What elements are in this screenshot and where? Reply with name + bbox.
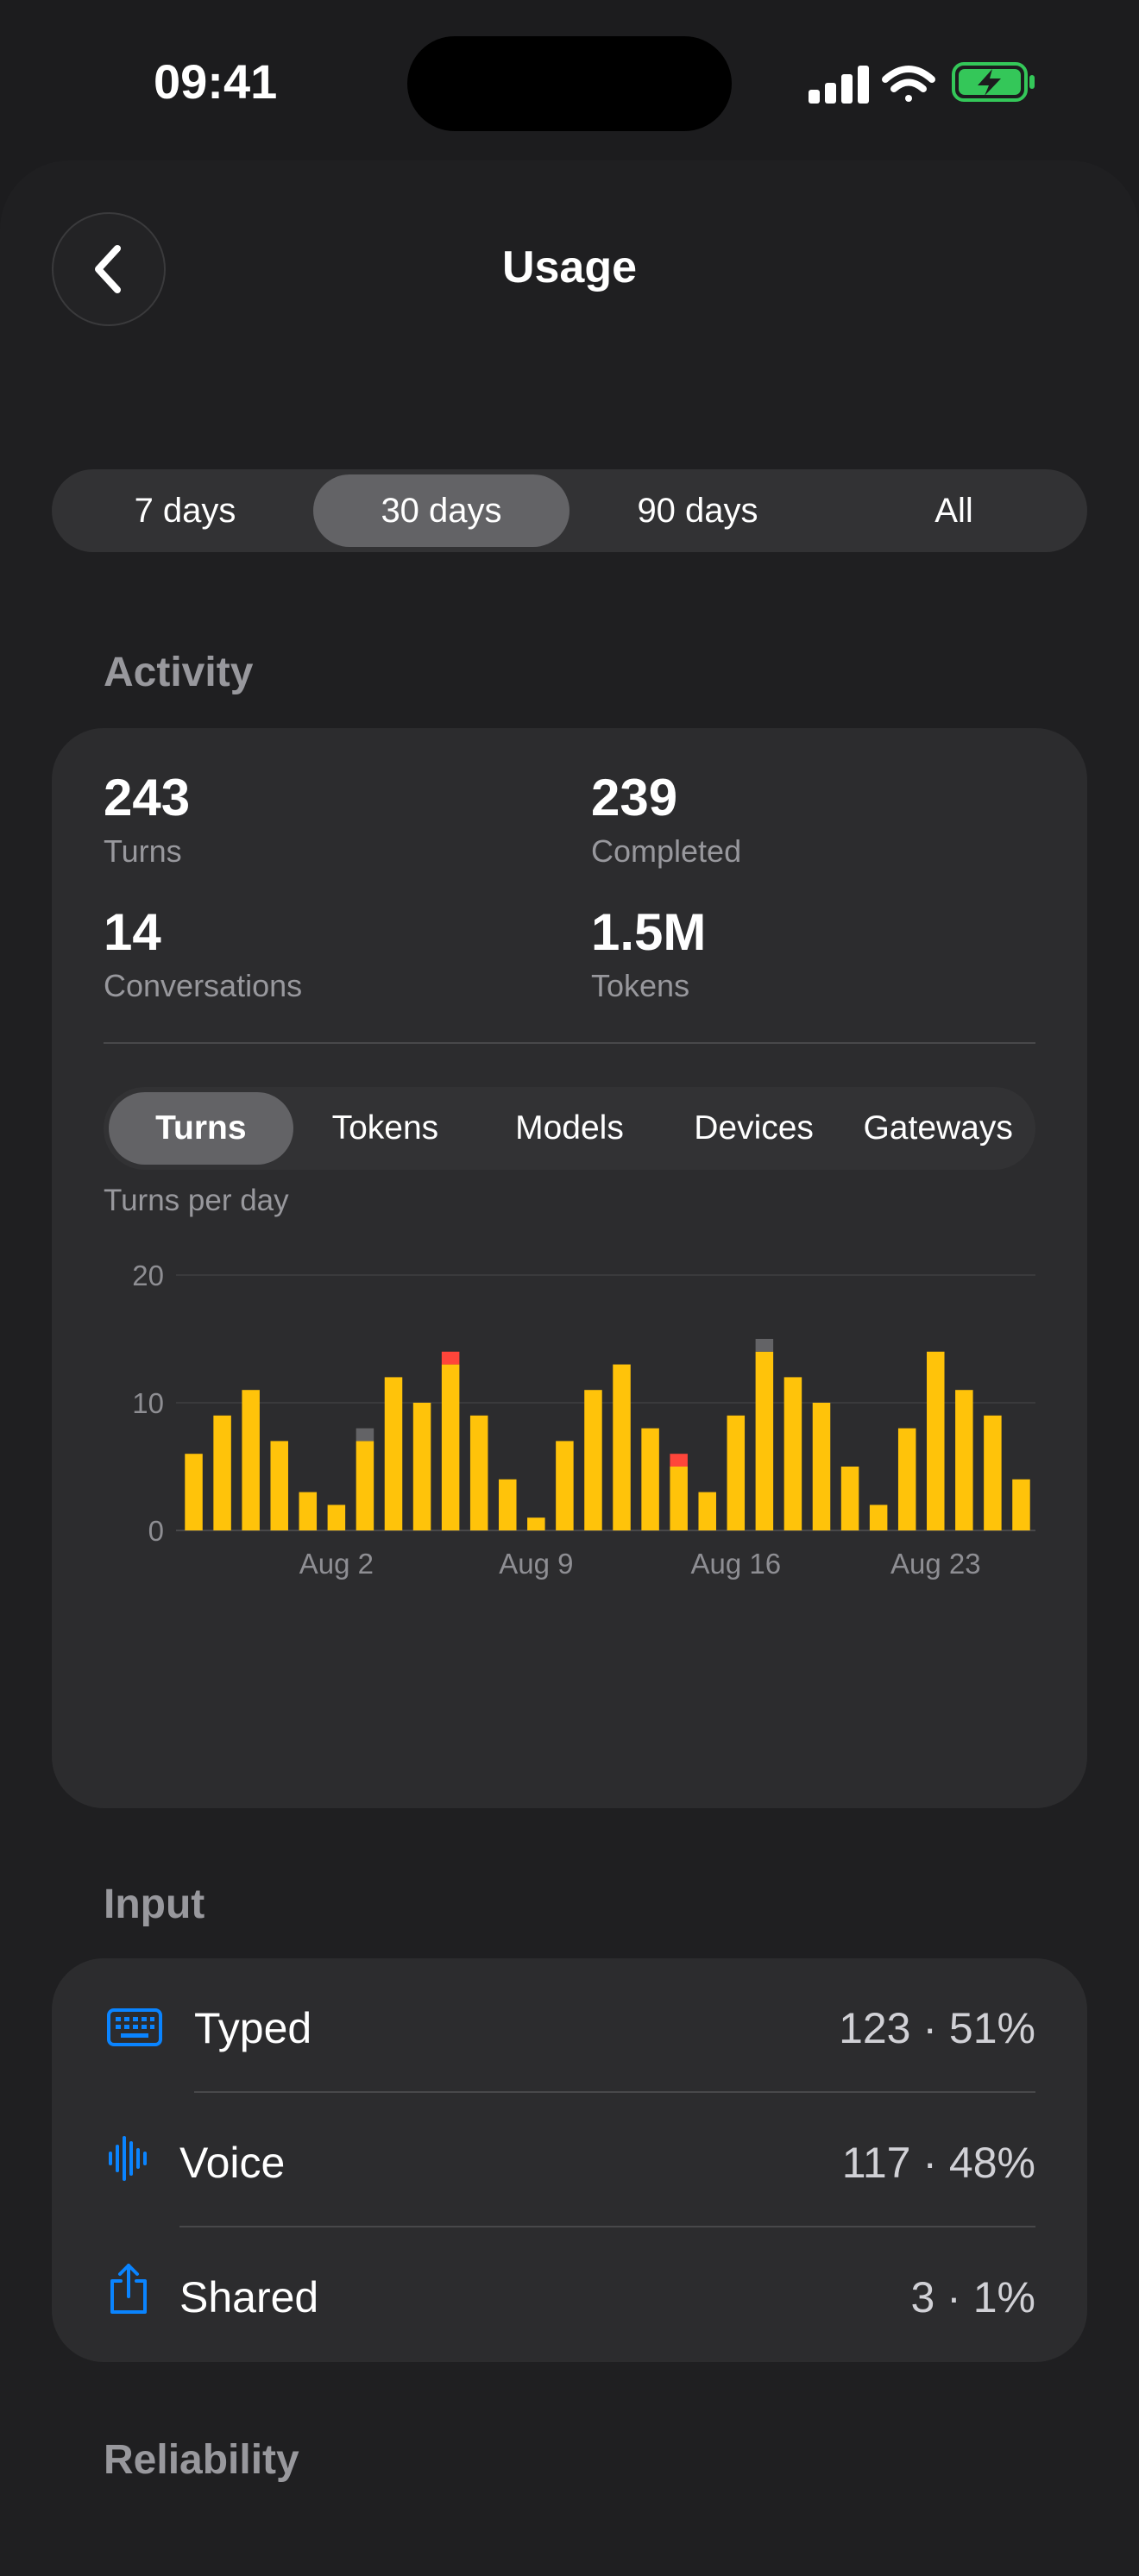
wifi-icon — [882, 66, 935, 102]
input-value-voice: 117 · 48% — [841, 2139, 1035, 2187]
status-time: 09:41 — [154, 54, 278, 109]
input-label-voice: Voice — [179, 2139, 286, 2187]
chart-bar — [927, 1351, 945, 1530]
stat-turns-label: Turns — [104, 833, 182, 869]
metric-tab-tokens[interactable]: Tokens — [293, 1092, 478, 1165]
chart-bar — [327, 1505, 346, 1530]
turns-per-day-chart: 0 10 20 Aug 2 Aug 9 Aug 16 Aug 23 — [132, 1260, 1035, 1580]
status-bar: 09:41 — [0, 0, 1139, 164]
chart-bar — [441, 1351, 460, 1365]
x-tick-label: Aug 9 — [499, 1548, 573, 1580]
status-icons — [807, 60, 1040, 104]
chart-bar — [869, 1505, 888, 1530]
input-card: Typed 123 · 51% Voice 117 · 48% Shared 3… — [52, 1958, 1087, 2362]
chart-bar — [755, 1339, 774, 1352]
chart-bar — [213, 1415, 231, 1530]
chart-bar — [727, 1415, 746, 1530]
x-tick-label: Aug 23 — [890, 1548, 981, 1580]
divider — [194, 2091, 1035, 2093]
y-tick-label: 20 — [132, 1260, 164, 1291]
signal-icon — [809, 66, 869, 104]
range-tab-7-days[interactable]: 7 days — [57, 474, 313, 547]
chart-bar — [955, 1390, 973, 1530]
chart-bar — [812, 1403, 831, 1530]
y-tick-label: 10 — [132, 1387, 164, 1419]
x-tick-label: Aug 2 — [299, 1548, 374, 1580]
chart-bar — [441, 1364, 460, 1530]
chart-bar — [783, 1377, 802, 1530]
chart-bar — [384, 1377, 403, 1530]
input-value-shared: 3 · 1% — [910, 2273, 1035, 2322]
waveform-icon — [109, 2136, 147, 2181]
metric-tab-devices[interactable]: Devices — [662, 1092, 846, 1165]
metric-tab-turns[interactable]: Turns — [109, 1092, 293, 1165]
chart-bar — [556, 1441, 574, 1530]
stat-conversations-value: 14 — [104, 903, 161, 961]
chart-bar — [670, 1454, 688, 1467]
chart-bar — [670, 1467, 688, 1530]
range-tab-90-days[interactable]: 90 days — [570, 474, 826, 547]
reliability-section-title: Reliability — [104, 2437, 299, 2483]
chart-bar — [499, 1479, 517, 1530]
input-section-title: Input — [104, 1882, 205, 1927]
stat-completed-value: 239 — [591, 769, 678, 826]
chart-bar — [755, 1351, 774, 1530]
activity-section-title: Activity — [104, 650, 254, 695]
range-tab-30-days[interactable]: 30 days — [313, 474, 570, 547]
chart-bar — [897, 1428, 916, 1530]
y-tick-label: 0 — [148, 1515, 164, 1547]
chart-bar — [356, 1428, 374, 1442]
chart-bar — [584, 1390, 602, 1530]
x-tick-label: Aug 16 — [691, 1548, 782, 1580]
metric-tab-gateways[interactable]: Gateways — [846, 1092, 1030, 1165]
input-label-shared: Shared — [179, 2273, 319, 2322]
metric-tab-models[interactable]: Models — [477, 1092, 662, 1165]
chart-bar — [356, 1441, 374, 1530]
chart-bar — [270, 1441, 288, 1530]
chart-bar — [469, 1415, 488, 1530]
range-segmented-control: 7 days 30 days 90 days All — [52, 469, 1087, 552]
keyboard-icon — [107, 2008, 162, 2046]
chart-bar — [1012, 1479, 1030, 1530]
divider — [104, 1042, 1035, 1044]
stat-tokens-value: 1.5M — [591, 903, 707, 961]
chart-bar — [299, 1492, 318, 1530]
chart-bar — [242, 1390, 260, 1530]
chart-subtitle: Turns per day — [104, 1184, 289, 1217]
divider — [179, 2226, 1035, 2227]
share-icon — [110, 2264, 147, 2314]
chart-bar — [185, 1454, 203, 1530]
battery-icon — [952, 62, 1035, 102]
chart-bar — [412, 1403, 431, 1530]
chart-bar — [840, 1467, 859, 1530]
chart-bar — [613, 1364, 631, 1530]
input-value-typed: 123 · 51% — [839, 2004, 1035, 2052]
page-title: Usage — [501, 242, 638, 292]
chart-bar — [641, 1428, 659, 1530]
input-label-typed: Typed — [194, 2004, 312, 2052]
chart-bar — [527, 1517, 545, 1530]
stat-completed-label: Completed — [591, 833, 742, 869]
activity-card: 243 Turns 239 Completed 14 Conversations… — [52, 728, 1087, 1808]
dynamic-island — [407, 36, 732, 131]
metric-segmented-control: Turns Tokens Models Devices Gateways — [104, 1087, 1035, 1170]
chart-bar — [984, 1415, 1002, 1530]
stat-tokens-label: Tokens — [591, 968, 690, 1003]
stat-conversations-label: Conversations — [104, 968, 303, 1003]
stat-turns-value: 243 — [104, 769, 191, 826]
chart-bar — [698, 1492, 716, 1530]
range-tab-all[interactable]: All — [826, 474, 1082, 547]
